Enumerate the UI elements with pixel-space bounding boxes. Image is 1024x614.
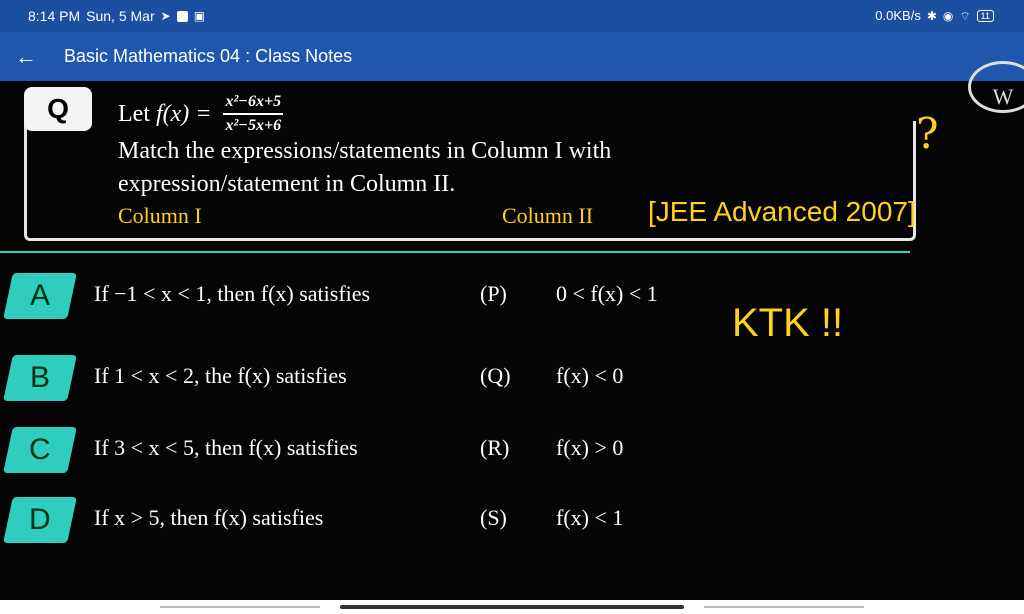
lock-icon: ▣ (193, 9, 206, 23)
divider (0, 251, 910, 253)
column-1-heading: Column I (118, 203, 202, 228)
option-text-b: If 1 < x < 2, the f(x) satisfies (94, 363, 347, 388)
option-badge-b: B (3, 355, 77, 401)
match-label-p: (P) (480, 281, 507, 306)
hotspot-icon: ◉ (942, 8, 954, 23)
battery-icon: 11 (976, 9, 994, 22)
arrow-left-icon[interactable]: ← (0, 44, 52, 70)
option-badge-letter: D (29, 503, 51, 536)
option-badge-a: A (3, 273, 77, 319)
question-function-line: Let f(x) = x²−6x+5 x²−5x+6 (118, 93, 284, 135)
match-expr-q: f(x) < 0 (556, 363, 624, 388)
wifi-icon: ⌔ (959, 8, 971, 23)
logo-icon: W (968, 61, 1024, 113)
option-text-a: If −1 < x < 1, then f(x) satisfies (94, 281, 371, 306)
app-bar: ← Basic Mathematics 04 : Class Notes (0, 32, 1024, 81)
status-bar: 8:14 PM Sun, 5 Mar ➤ ▣ 0.0KB/s ✱ ◉ ⌔ 11 (0, 0, 1024, 32)
function-text: f(x) = (155, 100, 212, 127)
nav-divider-right (704, 606, 864, 608)
fraction-denominator: x²−5x+6 (225, 117, 282, 134)
option-badge-c: C (3, 427, 77, 473)
option-badge-letter: C (29, 433, 51, 466)
handwritten-note: KTK !! (732, 301, 844, 345)
question-badge: Q (24, 87, 92, 131)
exam-source: [JEE Advanced 2007] (648, 196, 916, 227)
match-label-r: (R) (480, 435, 510, 460)
status-time: 8:14 PM (28, 8, 81, 24)
match-expr-s: f(x) < 1 (556, 505, 624, 530)
match-expr-r: f(x) > 0 (556, 435, 624, 460)
option-row-d: D If x > 5, then f(x) satisfies (S) f(x)… (0, 497, 1024, 547)
let-text: Let (118, 100, 150, 127)
bluetooth-icon: ✱ (926, 8, 937, 23)
status-date: Sun, 5 Mar (86, 8, 155, 24)
status-right: 0.0KB/s ✱ ◉ ⌔ 11 (875, 8, 994, 23)
question-mark-doodle: ? (916, 109, 939, 158)
navigation-arrow-icon: ➤ (160, 9, 171, 23)
question-line-3: expression/statement in Column II. (118, 171, 456, 197)
match-expr-p: 0 < f(x) < 1 (556, 281, 658, 306)
nav-divider-left (160, 606, 320, 608)
option-text-d: If x > 5, then f(x) satisfies (94, 505, 324, 530)
match-label-q: (Q) (480, 363, 511, 388)
navigation-bar (0, 600, 1024, 614)
column-2-heading: Column II (502, 203, 594, 228)
logo-letter: W (992, 84, 1014, 109)
network-speed: 0.0KB/s (875, 8, 921, 23)
home-gesture-bar[interactable] (340, 605, 684, 609)
option-row-c: C If 3 < x < 5, then f(x) satisfies (R) … (0, 427, 1024, 477)
question-line-2: Match the expressions/statements in Colu… (118, 138, 612, 164)
fraction-numerator: x²−6x+5 (223, 93, 284, 115)
option-text-c: If 3 < x < 5, then f(x) satisfies (94, 435, 358, 460)
option-row-b: B If 1 < x < 2, the f(x) satisfies (Q) f… (0, 355, 1024, 405)
fraction: x²−6x+5 x²−5x+6 (223, 93, 284, 135)
option-row-a: A If −1 < x < 1, then f(x) satisfies (P)… (0, 273, 1024, 323)
option-badge-letter: A (29, 279, 50, 312)
option-badge-d: D (3, 497, 77, 543)
app-notification-icon (176, 10, 188, 22)
option-badge-letter: B (29, 361, 50, 394)
slide-content: W Q Let f(x) = x²−6x+5 x²−5x+6 Match the… (0, 61, 1024, 600)
page-title: Basic Mathematics 04 : Class Notes (64, 46, 353, 66)
status-left: 8:14 PM Sun, 5 Mar ➤ ▣ (28, 8, 205, 24)
match-label-s: (S) (480, 505, 507, 530)
